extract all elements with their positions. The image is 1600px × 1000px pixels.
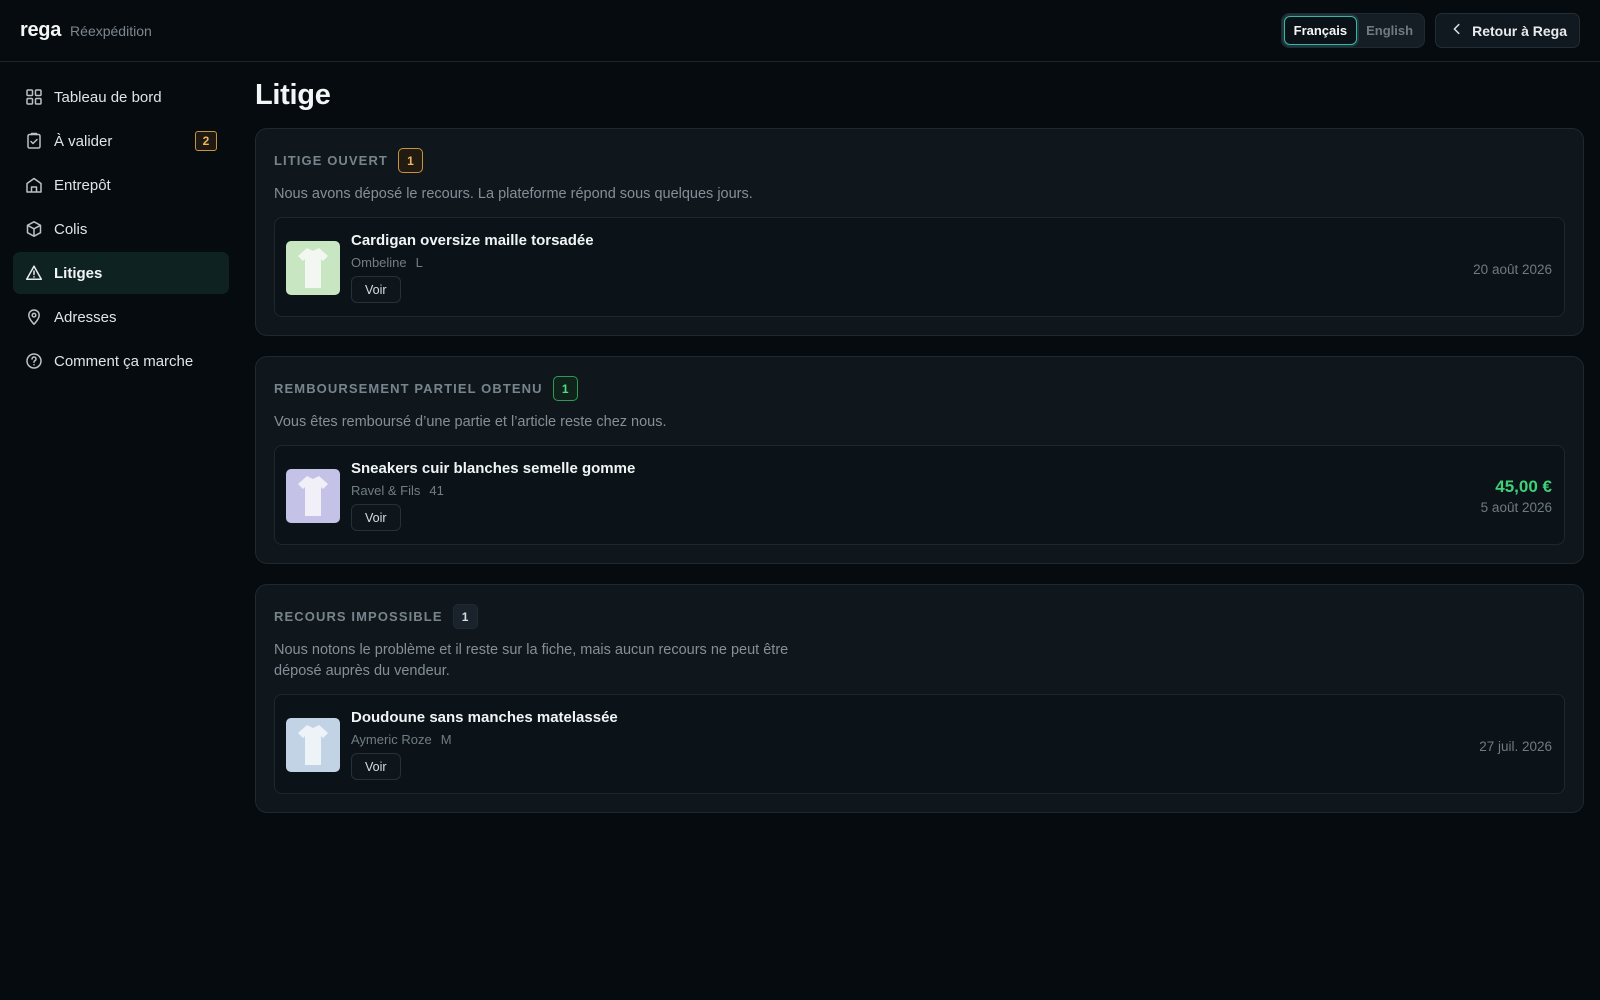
sidebar-item-dashboard[interactable]: Tableau de bord [13, 76, 229, 118]
section-count-badge: 1 [552, 376, 578, 401]
item-size: L [415, 255, 423, 270]
section-title: REMBOURSEMENT PARTIEL OBTENU [274, 381, 543, 396]
sidebar-item-label: Adresses [54, 308, 117, 326]
view-item-button[interactable]: Voir [351, 504, 401, 531]
dispute-item-card: Sneakers cuir blanches semelle gomme Rav… [274, 445, 1565, 545]
chevron-left-icon [1450, 22, 1464, 39]
section-description-line: Nous notons le problème et il reste sur … [274, 642, 789, 658]
sidebar-item-to-validate[interactable]: À valider 2 [13, 120, 229, 162]
dispute-item-card: Cardigan oversize maille torsadée Ombeli… [274, 217, 1565, 317]
section-count-badge: 1 [397, 148, 423, 173]
sidebar-item-warehouse[interactable]: Entrepôt [13, 164, 229, 206]
item-info: Sneakers cuir blanches semelle gomme Rav… [351, 460, 635, 531]
item-info: Cardigan oversize maille torsadée Ombeli… [351, 232, 594, 303]
pending-count-badge: 2 [195, 131, 217, 151]
item-thumbnail [286, 468, 340, 523]
section-header: REMBOURSEMENT PARTIEL OBTENU 1 [274, 375, 1565, 402]
garment-icon [298, 247, 328, 288]
item-size: 41 [429, 483, 444, 498]
dispute-item-card: Doudoune sans manches matelassée Aymeric… [274, 694, 1565, 794]
sidebar-item-how-it-works[interactable]: Comment ça marche [13, 340, 229, 382]
package-icon [25, 220, 43, 238]
brand-logo[interactable]: rega [20, 19, 61, 42]
item-thumbnail [286, 717, 340, 772]
item-summary: 27 juil. 2026 [1479, 736, 1553, 754]
sidebar-item-addresses[interactable]: Adresses [13, 296, 229, 338]
item-date: 27 juil. 2026 [1479, 738, 1552, 754]
sidebar-item-disputes[interactable]: Litiges [13, 252, 229, 294]
section-title: RECOURS IMPOSSIBLE [274, 609, 443, 624]
sidebar-item-label: Tableau de bord [54, 88, 162, 106]
item-seller: Ravel & Fils [351, 483, 421, 498]
item-info: Doudoune sans manches matelassée Aymeric… [351, 709, 618, 780]
back-to-rega-button[interactable]: Retour à Rega [1435, 13, 1580, 48]
top-bar-actions: Français English Retour à Rega [1280, 13, 1580, 48]
sidebar-item-label: À valider [54, 132, 113, 150]
section-open-dispute: LITIGE OUVERT 1 Nous avons déposé le rec… [255, 128, 1584, 336]
refund-amount: 45,00 € [1495, 476, 1552, 496]
sidebar-item-label: Litiges [54, 264, 103, 282]
item-meta: Ombeline L [351, 255, 594, 270]
section-count-badge: 1 [452, 604, 478, 629]
item-date: 20 août 2026 [1473, 261, 1552, 277]
main-content: Litige LITIGE OUVERT 1 Nous avons déposé… [255, 70, 1584, 833]
item-name: Doudoune sans manches matelassée [351, 709, 618, 726]
language-switch: Français English [1280, 13, 1426, 48]
section-description: Vous êtes remboursé d’une partie et l’ar… [274, 414, 667, 430]
sidebar-item-packages[interactable]: Colis [13, 208, 229, 250]
section-description-line: déposé auprès du vendeur. [274, 663, 450, 679]
sidebar-item-label: Comment ça marche [54, 352, 194, 370]
section-partial-refund: REMBOURSEMENT PARTIEL OBTENU 1 Vous êtes… [255, 356, 1584, 564]
section-title: LITIGE OUVERT [274, 153, 388, 168]
item-seller: Aymeric Roze [351, 732, 432, 747]
item-seller: Ombeline [351, 255, 407, 270]
brand: rega Réexpédition [20, 19, 152, 42]
item-meta: Ravel & Fils 41 [351, 483, 635, 498]
alert-triangle-icon [25, 264, 43, 282]
item-size: M [440, 732, 452, 747]
section-header: LITIGE OUVERT 1 [274, 147, 1565, 174]
help-circle-icon [25, 352, 43, 370]
item-name: Sneakers cuir blanches semelle gomme [351, 460, 636, 477]
garment-icon [298, 724, 328, 765]
item-name: Cardigan oversize maille torsadée [351, 232, 594, 249]
view-item-button[interactable]: Voir [351, 276, 401, 303]
language-english-button[interactable]: English [1357, 16, 1422, 45]
top-bar: rega Réexpédition Français English Retou… [0, 0, 1600, 62]
garment-icon [298, 475, 328, 516]
sidebar-item-label: Entrepôt [54, 176, 111, 194]
map-pin-icon [25, 308, 43, 326]
grid-icon [25, 88, 43, 106]
clipboard-check-icon [25, 132, 43, 150]
language-french-button[interactable]: Français [1283, 16, 1358, 45]
section-description: Nous notons le problème et il reste sur … [274, 640, 1565, 682]
section-no-recourse: RECOURS IMPOSSIBLE 1 Nous notons le prob… [255, 584, 1584, 813]
item-summary: 45,00 € 5 août 2026 [1481, 477, 1553, 515]
item-meta: Aymeric Roze M [351, 732, 618, 747]
back-to-rega-label: Retour à Rega [1472, 22, 1567, 39]
section-header: RECOURS IMPOSSIBLE 1 [274, 603, 1565, 630]
view-item-button[interactable]: Voir [351, 753, 401, 780]
sidebar: Tableau de bord À valider 2 Entrepôt Col… [13, 76, 229, 384]
brand-subtitle: Réexpédition [70, 23, 152, 39]
item-date: 5 août 2026 [1480, 499, 1552, 515]
page-title: Litige [255, 79, 331, 111]
item-thumbnail [286, 240, 340, 295]
item-summary: 20 août 2026 [1473, 259, 1553, 277]
warehouse-icon [25, 176, 43, 194]
section-description: Nous avons déposé le recours. La platefo… [274, 186, 753, 202]
sidebar-item-label: Colis [54, 220, 88, 238]
